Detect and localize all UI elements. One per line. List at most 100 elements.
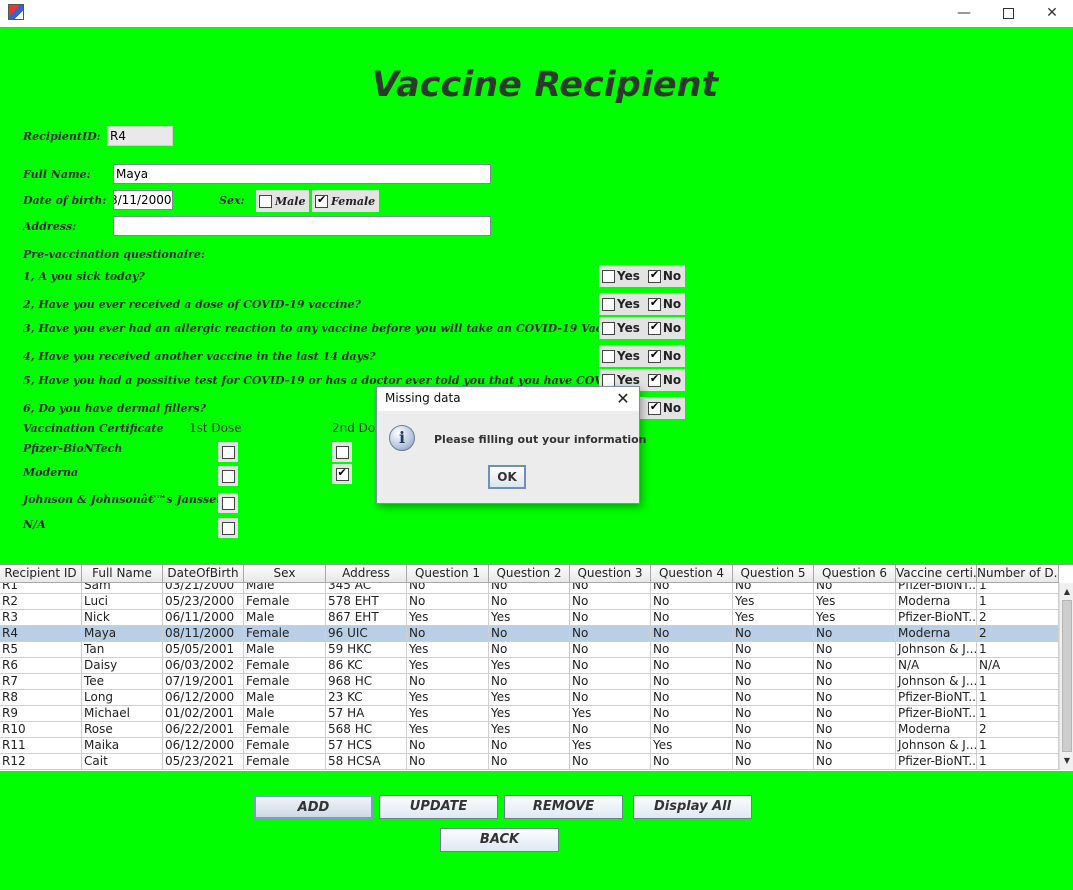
table-cell: Tan: [82, 642, 163, 658]
q4-no-checkbox[interactable]: [647, 348, 661, 363]
table-vertical-scrollbar[interactable]: ▲ ▼: [1059, 583, 1073, 770]
table-cell: No: [489, 754, 570, 770]
column-header[interactable]: Question 4: [651, 565, 733, 583]
java-app-icon: [8, 4, 24, 20]
q4-yes-checkbox[interactable]: [602, 349, 615, 363]
scroll-up-arrow-icon[interactable]: ▲: [1060, 585, 1073, 599]
table-cell: Pfizer-BioNT...: [896, 610, 977, 626]
table-row[interactable]: R12 Cait 05/23/2021 Female 58 HCSA No No No No No…: [0, 754, 1059, 770]
table-cell: 05/23/2021: [163, 754, 244, 770]
male-check-box[interactable]: [259, 194, 272, 208]
minimize-button[interactable]: —: [942, 2, 986, 24]
table-cell: 1: [977, 738, 1059, 754]
table-cell: Moderna: [896, 626, 977, 642]
table-row[interactable]: R7 Tee 07/19/2001 Female 968 HC No No No No No No J…: [0, 674, 1059, 690]
q3-no-checkbox[interactable]: [647, 320, 661, 335]
table-row[interactable]: R11 Maika 06/12/2000 Female 57 HCS No No Yes Yes…: [0, 738, 1059, 754]
column-header[interactable]: Recipient ID: [0, 565, 82, 583]
remove-button[interactable]: REMOVE: [504, 795, 623, 819]
table-cell: 1: [977, 594, 1059, 610]
close-window-button[interactable]: ✕: [1030, 2, 1073, 24]
back-button[interactable]: BACK: [440, 828, 559, 852]
q6-no-checkbox[interactable]: [647, 400, 661, 415]
table-cell: Pfizer-BioNT...: [896, 706, 977, 722]
scroll-down-arrow-icon[interactable]: ▼: [1060, 754, 1073, 768]
table-row[interactable]: R3 Nick 06/11/2000 Male 867 EHT Yes Yes No No Yes…: [0, 610, 1059, 626]
column-header[interactable]: DateOfBirth: [163, 565, 244, 583]
no-label: No: [662, 373, 682, 387]
moderna-dose2-checkbox[interactable]: [332, 464, 352, 484]
full-name-label: Full Name:: [23, 168, 91, 181]
sex-female-checkbox[interactable]: Female: [312, 190, 380, 212]
table-cell: Yes: [570, 706, 651, 722]
sex-male-checkbox[interactable]: Male: [256, 190, 310, 212]
table-body[interactable]: R1 Sam 03/21/2000 Male 345 AC No No No No No No Pfi…: [0, 583, 1059, 770]
q2-no-checkbox[interactable]: [647, 296, 661, 311]
table-header: Recipient ID Full Name DateOfBirth Sex Addre…: [0, 565, 1059, 583]
pfizer-dose2-checkbox[interactable]: [332, 442, 352, 462]
table-row[interactable]: R6 Daisy 06/03/2002 Female 86 KC Yes Yes No No No…: [0, 658, 1059, 674]
scroll-thumb[interactable]: [1062, 600, 1072, 752]
update-button[interactable]: UPDATE: [379, 795, 498, 819]
dialog-close-icon[interactable]: ✕: [611, 388, 635, 410]
column-header[interactable]: Question 5: [733, 565, 814, 583]
table-cell: 2: [977, 626, 1059, 642]
q5-no-checkbox[interactable]: [647, 372, 661, 387]
column-header[interactable]: Sex: [244, 565, 326, 583]
vaccine-pfizer-label: Pfizer-BioNTech: [23, 442, 123, 455]
q2-yes-checkbox[interactable]: [602, 297, 615, 311]
table-row[interactable]: R2 Luci 05/23/2000 Female 578 EHT No No No No Yes…: [0, 594, 1059, 610]
pfizer-dose1-checkbox[interactable]: [218, 442, 238, 462]
display-all-button[interactable]: Display All: [633, 795, 752, 819]
table-cell: Pfizer-BioNT...: [896, 690, 977, 706]
moderna-dose1-checkbox[interactable]: [218, 466, 238, 486]
table-row[interactable]: R10 Rose 06/22/2001 Female 568 HC Yes Yes No No N…: [0, 722, 1059, 738]
table-cell: 2: [977, 722, 1059, 738]
table-cell: Maya: [82, 626, 163, 642]
table-cell: 57 HA: [326, 706, 407, 722]
table-cell: R8: [0, 690, 82, 706]
table-cell: Moderna: [896, 594, 977, 610]
recipient-id-field[interactable]: R4: [107, 126, 173, 146]
table-row[interactable]: R4 Maya 08/11/2000 Female 96 UIC No No No No No No…: [0, 626, 1059, 642]
column-header[interactable]: Full Name: [82, 565, 163, 583]
table-cell: 578 EHT: [326, 594, 407, 610]
table-row[interactable]: R9 Michael 01/02/2001 Male 57 HA Yes Yes Yes No N…: [0, 706, 1059, 722]
table-row[interactable]: R5 Tan 05/05/2001 Male 59 HKC Yes No No No No No Jo…: [0, 642, 1059, 658]
table-row[interactable]: R8 Long 06/12/2000 Male 23 KC Yes Yes No No No No…: [0, 690, 1059, 706]
table-cell: 05/23/2000: [163, 594, 244, 610]
full-name-field[interactable]: Maya: [113, 164, 491, 184]
q5-yes-checkbox[interactable]: [602, 373, 615, 387]
table-cell: No: [814, 674, 896, 690]
table-cell: No: [570, 583, 651, 594]
column-header[interactable]: Question 1: [407, 565, 489, 583]
address-field[interactable]: [113, 216, 491, 236]
na-dose1-checkbox[interactable]: [218, 518, 238, 538]
column-header[interactable]: Question 2: [489, 565, 570, 583]
table-row[interactable]: R1 Sam 03/21/2000 Male 345 AC No No No No No No Pfi…: [0, 583, 1059, 594]
table-cell: Yes: [733, 610, 814, 626]
column-header[interactable]: Address: [326, 565, 407, 583]
maximize-button[interactable]: [986, 2, 1030, 24]
female-check-box[interactable]: [315, 193, 328, 208]
column-header[interactable]: Question 6: [814, 565, 896, 583]
table-cell: No: [733, 722, 814, 738]
question-1-text: 1, A you sick today?: [23, 270, 145, 283]
column-header[interactable]: Number of D...: [977, 565, 1059, 583]
column-header[interactable]: Question 3: [570, 565, 651, 583]
dialog-ok-button[interactable]: OK: [488, 465, 526, 489]
janssen-dose1-checkbox[interactable]: [218, 493, 238, 513]
q3-yes-checkbox[interactable]: [602, 321, 615, 335]
q1-no-checkbox[interactable]: [647, 268, 661, 283]
column-header[interactable]: Vaccine certi...: [896, 565, 977, 583]
table-cell: 86 KC: [326, 658, 407, 674]
add-button[interactable]: ADD: [254, 795, 373, 819]
table-cell: No: [651, 642, 733, 658]
table-cell: Yes: [489, 722, 570, 738]
table-cell: No: [814, 722, 896, 738]
recipients-table[interactable]: Recipient ID Full Name DateOfBirth Sex Addre…: [0, 564, 1073, 771]
dob-field[interactable]: 8/11/2000: [113, 190, 173, 210]
table-cell: 57 HCS: [326, 738, 407, 754]
table-cell: 1: [977, 642, 1059, 658]
q1-yes-checkbox[interactable]: [602, 269, 615, 283]
